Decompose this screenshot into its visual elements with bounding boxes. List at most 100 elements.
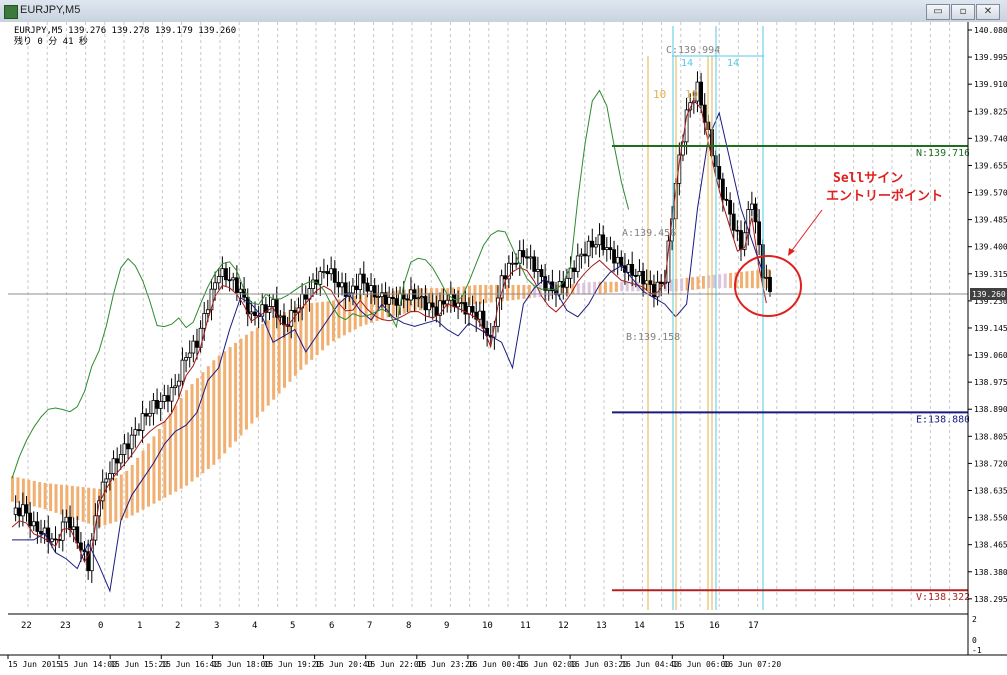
candle-body — [28, 512, 33, 527]
cloud-bar — [614, 281, 618, 292]
candle-body — [604, 247, 609, 250]
date-label: 16 Jun 04:40 — [621, 660, 679, 669]
candle-body — [122, 443, 127, 455]
current-price-label: 139.260 — [972, 290, 1006, 299]
candle-body — [173, 385, 178, 389]
candle-body — [155, 399, 159, 409]
candle-body — [137, 429, 141, 432]
price-chart[interactable]: N:139.716 E:138.880 V:138.322 EURJPY,M5 13… — [0, 22, 1007, 675]
candle-body — [528, 256, 533, 259]
price-tick-label: 139.910 — [974, 80, 1007, 89]
sub-axis-label: 2 — [972, 615, 977, 624]
fib-b-label: B:139.158 — [626, 332, 680, 343]
hour-label: 8 — [406, 621, 411, 631]
cloud-bar — [603, 281, 607, 294]
candle-body — [470, 306, 475, 313]
candle-body — [521, 250, 526, 258]
candle-body — [394, 298, 399, 306]
candle-body — [564, 277, 569, 288]
cloud-bar — [304, 303, 308, 365]
cloud-bar — [179, 397, 183, 489]
cloud-bar — [244, 334, 248, 430]
cloud-bar — [228, 347, 232, 448]
fib-c-label: C:139.994 — [666, 45, 720, 56]
candle-body — [514, 262, 519, 265]
candle-body — [336, 281, 341, 288]
cloud-bar — [473, 285, 477, 305]
cloud-bar — [310, 303, 314, 360]
title-bar[interactable]: EURJPY,M5 ▭ ▫ ✕ — [0, 0, 1007, 23]
fib-count-label: 14 — [681, 58, 693, 69]
cloud-bar — [223, 351, 227, 454]
cloud-bar — [691, 277, 695, 290]
candle-body — [180, 359, 185, 382]
cloud-bar — [174, 405, 178, 492]
close-button[interactable]: ✕ — [976, 4, 1000, 20]
candle-body — [430, 302, 435, 308]
minimize-button[interactable]: ▭ — [926, 4, 950, 20]
cloud-bar — [701, 275, 705, 289]
candle-body — [129, 434, 134, 450]
candle-body — [434, 306, 439, 316]
cloud-bar — [38, 482, 42, 508]
candle-body — [158, 401, 163, 409]
date-label: 15 Jun 2015 — [8, 660, 61, 669]
price-tick-label: 138.550 — [974, 514, 1007, 523]
candle-body — [191, 340, 196, 354]
candle-body — [764, 276, 769, 279]
maximize-button[interactable]: ▫ — [951, 4, 975, 20]
hour-label: 17 — [748, 621, 759, 631]
chart-app-icon — [4, 5, 18, 19]
cloud-bar — [212, 360, 216, 465]
fib-count-label: 10 — [653, 88, 666, 101]
cloud-bar — [718, 274, 722, 289]
cloud-bar — [750, 270, 754, 289]
candle-body — [104, 478, 109, 483]
candle-body — [601, 234, 606, 250]
cloud-bar — [81, 487, 85, 522]
date-label: 15 Jun 14:00 — [59, 660, 117, 669]
cloud-bar — [620, 281, 624, 292]
cloud-bar — [119, 474, 123, 520]
chart-background — [0, 22, 1007, 675]
fib-a-label: A:139.456 — [622, 228, 676, 239]
price-tick-label: 138.805 — [974, 432, 1007, 441]
hour-label: 9 — [444, 621, 449, 631]
candle-body — [659, 281, 664, 285]
candle-body — [151, 399, 156, 414]
candle-body — [133, 429, 138, 436]
candle-body — [535, 269, 540, 272]
cloud-bar — [587, 282, 591, 295]
candle-body — [187, 352, 192, 358]
cloud-bar — [582, 282, 586, 295]
candle-body — [24, 504, 29, 514]
candle-body — [147, 412, 152, 417]
candle-body — [216, 276, 221, 284]
candle-body — [594, 244, 598, 248]
level-label: N:139.716 — [916, 148, 970, 159]
candle-body — [144, 413, 149, 417]
candle-body — [380, 292, 384, 297]
candle-body — [510, 262, 515, 265]
candle-body — [278, 315, 283, 318]
candle-body — [409, 289, 413, 301]
candle-body — [358, 273, 363, 290]
candle-body — [325, 271, 330, 275]
cloud-bar — [11, 476, 14, 502]
candle-body — [575, 255, 580, 272]
candle-body — [481, 310, 486, 329]
candle-body — [79, 542, 83, 551]
candle-body — [753, 203, 758, 223]
candle-body — [351, 285, 355, 294]
candle-body — [227, 279, 232, 282]
cloud-bar — [272, 316, 276, 400]
cloud-bar — [163, 421, 167, 498]
candle-body — [231, 277, 236, 281]
candle-body — [176, 380, 181, 387]
hour-label: 3 — [214, 621, 219, 631]
cloud-bar — [745, 271, 749, 289]
price-tick-label: 139.655 — [974, 161, 1007, 170]
annotation-line-1: Sellサイン — [833, 171, 903, 186]
candle-body — [39, 531, 43, 535]
cloud-bar — [277, 314, 281, 394]
